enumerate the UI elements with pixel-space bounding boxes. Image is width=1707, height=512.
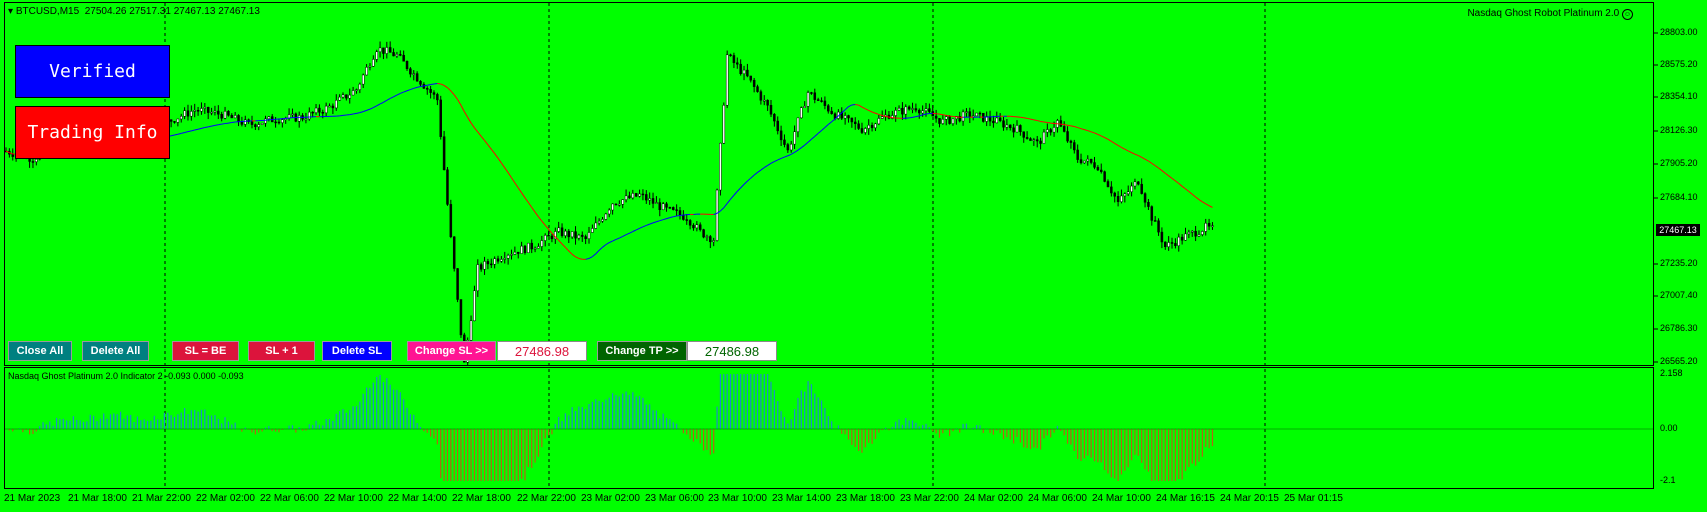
time-axis-label: 21 Mar 22:00	[132, 493, 191, 504]
ea-name: Nasdaq Ghost Robot Platinum 2.0	[1467, 8, 1620, 19]
change-tp-input[interactable]: 27486.98	[687, 341, 777, 361]
time-axis-label: 24 Mar 20:15	[1220, 493, 1279, 504]
verified-button[interactable]: Verified	[15, 45, 170, 98]
price-axis-label: 28126.30	[1660, 125, 1698, 135]
current-price-tag: 27467.13	[1656, 224, 1700, 236]
price-axis-label: 28803.00	[1660, 27, 1698, 37]
change-sl-input[interactable]: 27486.98	[497, 341, 587, 361]
indicator-axis-label: -2.1	[1660, 475, 1676, 485]
price-axis-label: 28575.20	[1660, 59, 1698, 69]
time-axis-label: 23 Mar 14:00	[772, 493, 831, 504]
expert-advisor-label: Nasdaq Ghost Robot Platinum 2.0 ☺	[1467, 8, 1633, 20]
time-axis-label: 21 Mar 18:00	[68, 493, 127, 504]
time-axis-label: 24 Mar 16:15	[1156, 493, 1215, 504]
price-axis-label: 26786.30	[1660, 323, 1698, 333]
delete-sl-button[interactable]: Delete SL	[322, 341, 392, 361]
time-axis-label: 21 Mar 2023	[4, 493, 61, 504]
sl-be-button[interactable]: SL = BE	[172, 341, 239, 361]
time-axis-label: 23 Mar 22:00	[900, 493, 959, 504]
price-axis-label: 28354.10	[1660, 91, 1698, 101]
time-axis-label: 24 Mar 02:00	[964, 493, 1023, 504]
delete-all-button[interactable]: Delete All	[82, 341, 149, 361]
indicator-label: Nasdaq Ghost Platinum 2.0 Indicator 2 -0…	[8, 371, 244, 381]
time-axis-label: 22 Mar 22:00	[517, 493, 576, 504]
indicator-axis-label: 0.00	[1660, 423, 1678, 433]
chart-menu-icon[interactable]: ▾	[8, 6, 13, 17]
chart-window[interactable]: ▾ BTCUSD,M15 27504.26 27517.31 27467.13 …	[0, 0, 1707, 512]
price-axis-label: 26565.20	[1660, 356, 1698, 366]
time-axis-label: 22 Mar 02:00	[196, 493, 255, 504]
symbol-label: BTCUSD,M15	[15, 6, 80, 17]
time-axis-label: 22 Mar 18:00	[452, 493, 511, 504]
smiley-icon: ☺	[1622, 9, 1633, 20]
time-axis-label: 23 Mar 06:00	[645, 493, 704, 504]
indicator-subwindow	[4, 367, 1654, 489]
main-chart-frame	[4, 2, 1654, 366]
change-tp-button[interactable]: Change TP >>	[597, 341, 687, 361]
time-axis-label: 23 Mar 02:00	[581, 493, 640, 504]
close-all-button[interactable]: Close All	[8, 341, 72, 361]
time-axis-label: 22 Mar 06:00	[260, 493, 319, 504]
change-sl-button[interactable]: Change SL >>	[407, 341, 496, 361]
time-axis-label: 22 Mar 10:00	[324, 493, 383, 504]
time-axis-label: 23 Mar 10:00	[708, 493, 767, 504]
ohlc-values: 27504.26 27517.31 27467.13 27467.13	[84, 6, 260, 17]
time-axis-label: 24 Mar 06:00	[1028, 493, 1087, 504]
price-axis-label: 27007.40	[1660, 290, 1698, 300]
indicator-axis-label: 2.158	[1660, 368, 1683, 378]
price-axis-label: 27905.20	[1660, 158, 1698, 168]
chart-header: ▾ BTCUSD,M15 27504.26 27517.31 27467.13 …	[8, 6, 260, 18]
time-axis-label: 24 Mar 10:00	[1092, 493, 1151, 504]
sl-plus-one-button[interactable]: SL + 1	[248, 341, 315, 361]
trading-info-button[interactable]: Trading Info	[15, 106, 170, 159]
time-axis-label: 22 Mar 14:00	[388, 493, 447, 504]
price-axis-label: 27235.20	[1660, 258, 1698, 268]
time-axis-label: 25 Mar 01:15	[1284, 493, 1343, 504]
price-axis-label: 27684.10	[1660, 192, 1698, 202]
time-axis-label: 23 Mar 18:00	[836, 493, 895, 504]
